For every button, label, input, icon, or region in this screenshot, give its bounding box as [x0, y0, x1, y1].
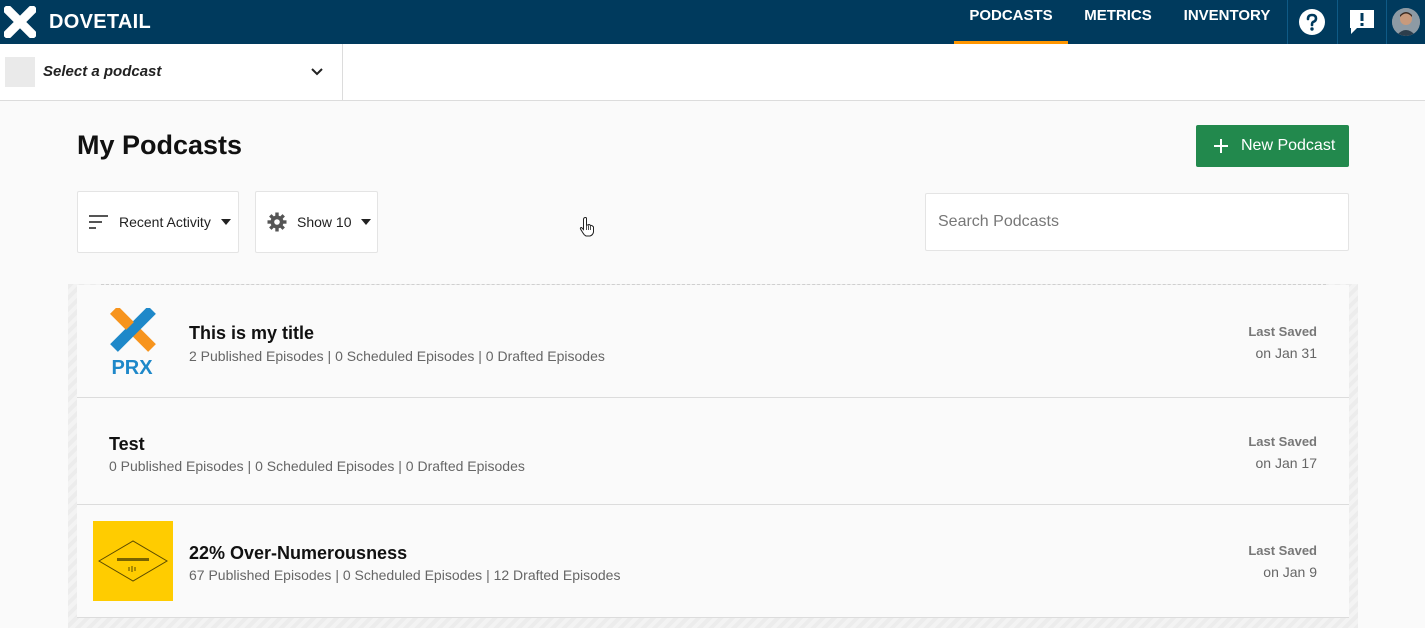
podcast-card[interactable]: PRX This is my title 2 Published Episode…	[77, 285, 1349, 398]
last-saved-date: on Jan 9	[1263, 564, 1317, 580]
sub-header-bar: Select a podcast	[0, 44, 1425, 101]
show-count-label: Show 10	[297, 214, 352, 230]
podcast-card[interactable]: 22% Over-Numerousness 67 Published Episo…	[77, 505, 1349, 618]
last-saved-date: on Jan 17	[1255, 455, 1318, 471]
show-count-dropdown[interactable]: Show 10	[255, 191, 378, 253]
podcast-select-label: Select a podcast	[43, 63, 162, 80]
nav-metrics[interactable]: METRICS	[1074, 0, 1162, 44]
podcast-stats: 0 Published Episodes | 0 Scheduled Episo…	[109, 458, 525, 474]
new-podcast-button[interactable]: New Podcast	[1196, 125, 1349, 167]
prx-logo-text: PRX	[111, 357, 153, 376]
last-saved-label: Last Saved	[1248, 324, 1317, 339]
help-icon	[1299, 9, 1325, 35]
brand-name: DOVETAIL	[49, 10, 152, 33]
last-saved-date: on Jan 31	[1255, 345, 1318, 361]
podcast-stats: 2 Published Episodes | 0 Scheduled Episo…	[189, 348, 605, 364]
podcast-title: This is my title	[189, 323, 315, 343]
podcast-title: Test	[109, 434, 145, 454]
brand[interactable]: DOVETAIL	[4, 0, 151, 44]
feedback-icon	[1350, 10, 1374, 34]
prx-logo-icon: PRX	[110, 308, 156, 376]
chevron-down-icon	[311, 68, 323, 76]
user-menu[interactable]	[1386, 0, 1425, 44]
nav-podcasts[interactable]: PODCASTS	[954, 0, 1068, 44]
plus-icon	[1214, 139, 1228, 153]
sort-label: Recent Activity	[119, 214, 211, 230]
podcast-stats: 67 Published Episodes | 0 Scheduled Epis…	[189, 567, 621, 583]
page-title: My Podcasts	[77, 130, 243, 160]
select-thumbnail	[5, 57, 35, 87]
dovetail-logo-icon	[4, 6, 36, 38]
podcast-artwork-image	[93, 521, 173, 601]
gear-icon	[267, 212, 287, 232]
top-nav-bar: DOVETAIL PODCASTS METRICS INVENTORY	[0, 0, 1425, 44]
sort-icon	[89, 215, 108, 229]
podcast-card[interactable]: Test 0 Published Episodes | 0 Scheduled …	[77, 398, 1349, 505]
help-button[interactable]	[1287, 0, 1336, 44]
podcast-select[interactable]: Select a podcast	[0, 44, 343, 100]
last-saved-label: Last Saved	[1248, 434, 1317, 449]
feedback-button[interactable]	[1337, 0, 1386, 44]
search-input[interactable]	[925, 193, 1349, 251]
new-podcast-label: New Podcast	[1241, 137, 1336, 154]
sort-dropdown[interactable]: Recent Activity	[77, 191, 239, 253]
nav-inventory[interactable]: INVENTORY	[1172, 0, 1282, 44]
last-saved-label: Last Saved	[1248, 543, 1317, 558]
avatar	[1392, 8, 1420, 36]
hand-cursor-icon	[579, 217, 594, 237]
caret-down-icon	[220, 219, 231, 225]
caret-down-icon	[361, 219, 372, 225]
podcast-title: 22% Over-Numerousness	[189, 543, 408, 563]
